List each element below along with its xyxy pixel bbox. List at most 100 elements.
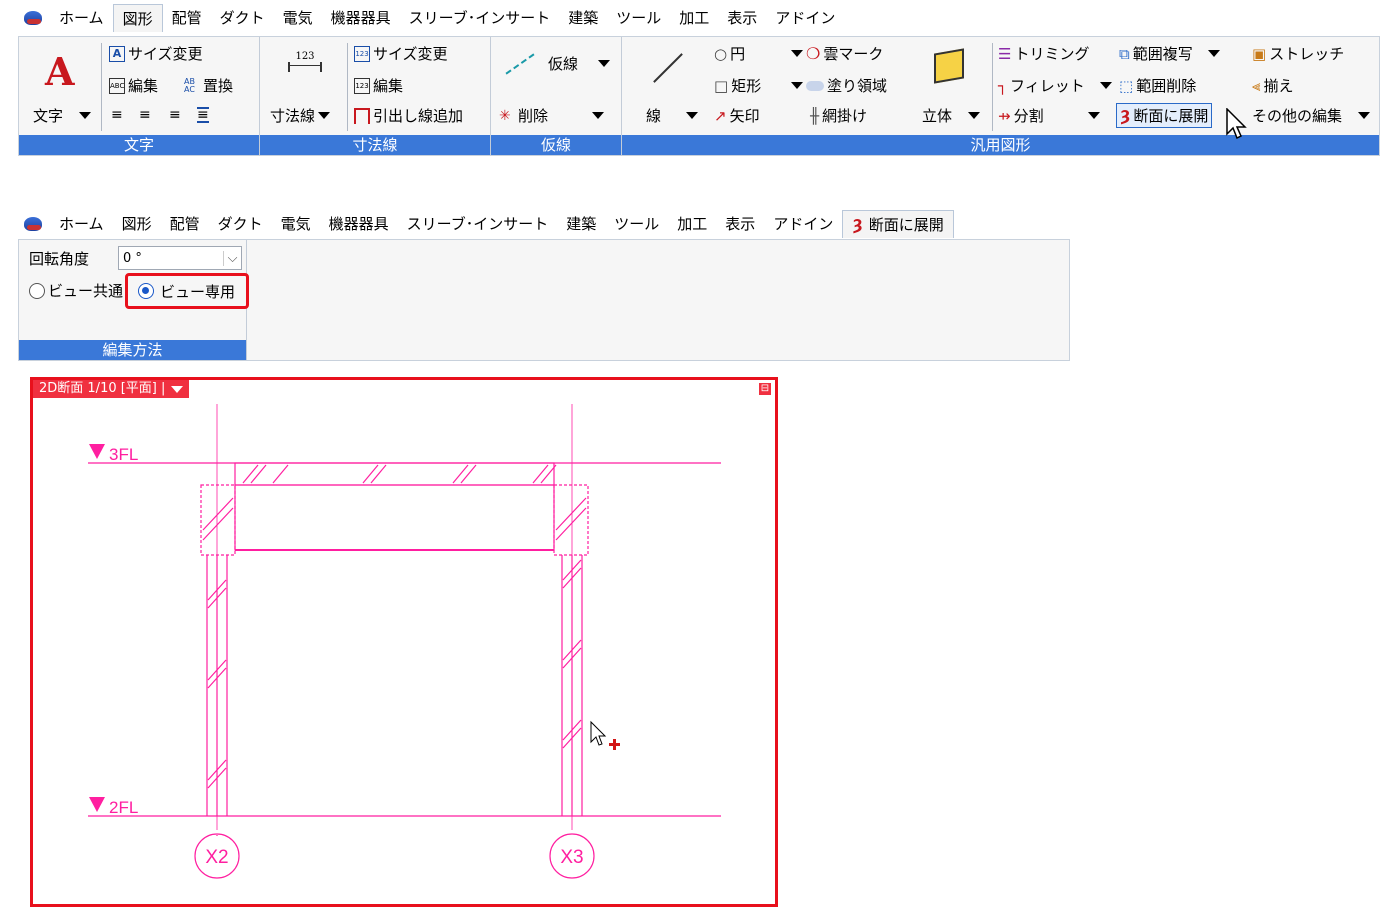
line-spacing-button[interactable]: ≡ <box>197 107 209 123</box>
level-marker-icon <box>89 444 105 459</box>
fill-area-button[interactable]: 塗り領域 <box>791 75 887 96</box>
text-size-change-button[interactable]: A サイズ変更 <box>109 43 203 64</box>
text-dropdown-button[interactable]: 文字 <box>33 105 91 126</box>
dimension-edit-button[interactable]: 123 編集 <box>354 75 403 96</box>
circle-button[interactable]: ○ 円 <box>714 43 745 64</box>
temp-delete-button[interactable]: ✳ 削除 <box>499 105 605 126</box>
split-button[interactable]: ⇸ 分割 <box>998 105 1100 126</box>
align-left-button[interactable]: ≡ <box>111 107 123 123</box>
tab-figure[interactable]: 図形 <box>113 210 161 238</box>
mouse-cursor-icon <box>590 720 620 750</box>
tab-section-expand[interactable]: Ȝ 断面に展開 <box>842 210 954 238</box>
group-dimension: 123 寸法線 123 サイズ変更 123 編集 引出し線追加 寸法線 <box>260 37 491 155</box>
group-edit-method-footer: 編集方法 <box>19 340 246 360</box>
leader-add-button[interactable]: 引出し線追加 <box>354 105 463 126</box>
dimension-dropdown-button[interactable]: 寸法線 <box>270 105 331 126</box>
line-dropdown-button[interactable]: 線 <box>646 105 699 126</box>
dimension-size-change-button[interactable]: 123 サイズ変更 <box>354 43 448 64</box>
tab-home[interactable]: ホーム <box>50 210 113 238</box>
other-edit-button[interactable]: その他の編集 <box>1252 105 1370 126</box>
align-right-button[interactable]: ≡ <box>169 107 181 123</box>
tab-figure[interactable]: 図形 <box>112 4 163 32</box>
tab-process[interactable]: 加工 <box>668 210 716 238</box>
dimension-edit-icon: 123 <box>354 77 370 94</box>
range-delete-button[interactable]: ⬚ 範囲削除 <box>1119 75 1196 96</box>
section-expand-button[interactable]: Ȝ 断面に展開 <box>1116 103 1213 128</box>
solid-dropdown-button[interactable]: 立体 <box>922 105 980 126</box>
tab-duct[interactable]: ダクト <box>211 4 274 32</box>
dimension-big-icon[interactable]: 123 <box>288 51 322 72</box>
tab-bar-top: ホーム 図形 配管 ダクト 電気 機器器具 スリーブ･インサート 建築 ツール … <box>18 4 1070 32</box>
tab-equipment[interactable]: 機器器具 <box>320 210 398 238</box>
solid-big-icon[interactable] <box>934 48 964 84</box>
tab-building[interactable]: 建築 <box>559 4 607 32</box>
rect-button[interactable]: □ 矩形 <box>714 75 761 96</box>
trim-button[interactable]: ☰ トリミング <box>998 43 1089 64</box>
text-edit-button[interactable]: ABC 編集 <box>109 75 158 96</box>
circle-icon: ○ <box>714 44 728 63</box>
tab-piping[interactable]: 配管 <box>163 4 211 32</box>
tab-home[interactable]: ホーム <box>50 4 113 32</box>
align-icon: ⫷ <box>1252 76 1261 95</box>
chevron-down-icon <box>686 112 699 119</box>
tab-electric[interactable]: 電気 <box>272 210 320 238</box>
tab-process[interactable]: 加工 <box>670 4 718 32</box>
group-text: A 文字 A サイズ変更 ABC 編集 AB AC 置換 ≡ ≡ ≡ ≡ 文字 <box>19 37 260 155</box>
tab-electric[interactable]: 電気 <box>274 4 322 32</box>
section-drawing[interactable]: 3FL 2FL X2 X3 <box>33 380 775 904</box>
rotation-label: 回転角度 <box>29 250 90 268</box>
cube-icon <box>934 48 964 84</box>
chevron-down-icon <box>1087 112 1100 119</box>
radio-view-only[interactable]: ビュー専用 <box>125 273 249 309</box>
radio-view-common[interactable]: ビュー共通 <box>29 280 123 301</box>
text-replace-label: 置換 <box>203 77 234 95</box>
tab-duct[interactable]: ダクト <box>209 210 272 238</box>
tab-piping[interactable]: 配管 <box>161 210 209 238</box>
trim-label: トリミング <box>1014 45 1090 63</box>
split-label: 分割 <box>1013 107 1044 125</box>
app-menu-icon[interactable] <box>24 11 42 25</box>
align-center-button[interactable]: ≡ <box>139 107 151 123</box>
tab-sleeve-insert[interactable]: スリーブ･インサート <box>398 210 558 238</box>
trim-icon: ☰ <box>998 44 1012 63</box>
tab-tool[interactable]: ツール <box>605 210 668 238</box>
tab-building[interactable]: 建築 <box>557 210 605 238</box>
tab-display[interactable]: 表示 <box>718 4 766 32</box>
temp-line-button[interactable]: 仮線 <box>503 52 611 75</box>
chevron-down-icon <box>967 112 980 119</box>
arrow-button[interactable]: ↗ 矢印 <box>714 105 760 126</box>
hatch-button[interactable]: ╫ 網掛け <box>810 105 867 126</box>
fillet-icon: ┐ <box>998 76 1008 95</box>
app-menu-icon[interactable] <box>24 217 42 231</box>
section-expand-icon: Ȝ <box>852 215 863 234</box>
tab-display[interactable]: 表示 <box>716 210 764 238</box>
temp-delete-label: 削除 <box>518 107 549 125</box>
fill-area-icon <box>806 80 824 91</box>
group-general-footer: 汎用図形 <box>622 135 1379 155</box>
range-copy-button[interactable]: ⧉ 範囲複写 <box>1119 43 1221 64</box>
text-label: 文字 <box>33 107 64 125</box>
chevron-down-icon <box>791 50 803 57</box>
tab-equipment[interactable]: 機器器具 <box>322 4 400 32</box>
tab-addin[interactable]: アドイン <box>764 210 842 238</box>
rotation-angle-select[interactable]: 0 ° ⌵ <box>118 246 242 270</box>
text-replace-button[interactable]: AB AC 置換 <box>184 75 233 96</box>
tab-sleeve-insert[interactable]: スリーブ･インサート <box>400 4 560 32</box>
tab-tool[interactable]: ツール <box>607 4 670 32</box>
line-big-icon[interactable] <box>648 49 688 83</box>
align-button[interactable]: ⫷ 揃え <box>1252 75 1293 96</box>
align-right-icon: ≡ <box>169 107 181 123</box>
chevron-down-icon: ⌵ <box>223 250 241 266</box>
fillet-label: フィレット <box>1010 77 1085 95</box>
text-big-icon[interactable]: A <box>45 49 74 94</box>
tab-addin[interactable]: アドイン <box>766 4 844 32</box>
text-edit-icon: ABC <box>109 77 125 94</box>
fillet-button[interactable]: ┐ フィレット <box>998 75 1113 96</box>
align-label: 揃え <box>1263 77 1294 95</box>
section-view-panel[interactable]: 2D断面 1/10 [平面] | ⊟ 3FL 2FL X2 X3 <box>30 377 778 907</box>
temp-line-icon <box>505 52 535 75</box>
cloud-button[interactable]: ❍ 雲マーク <box>791 43 883 64</box>
circle-label: 円 <box>730 45 746 63</box>
stretch-button[interactable]: ▣ ストレッチ <box>1252 43 1344 64</box>
line-spacing-icon: ≡ <box>197 107 209 123</box>
